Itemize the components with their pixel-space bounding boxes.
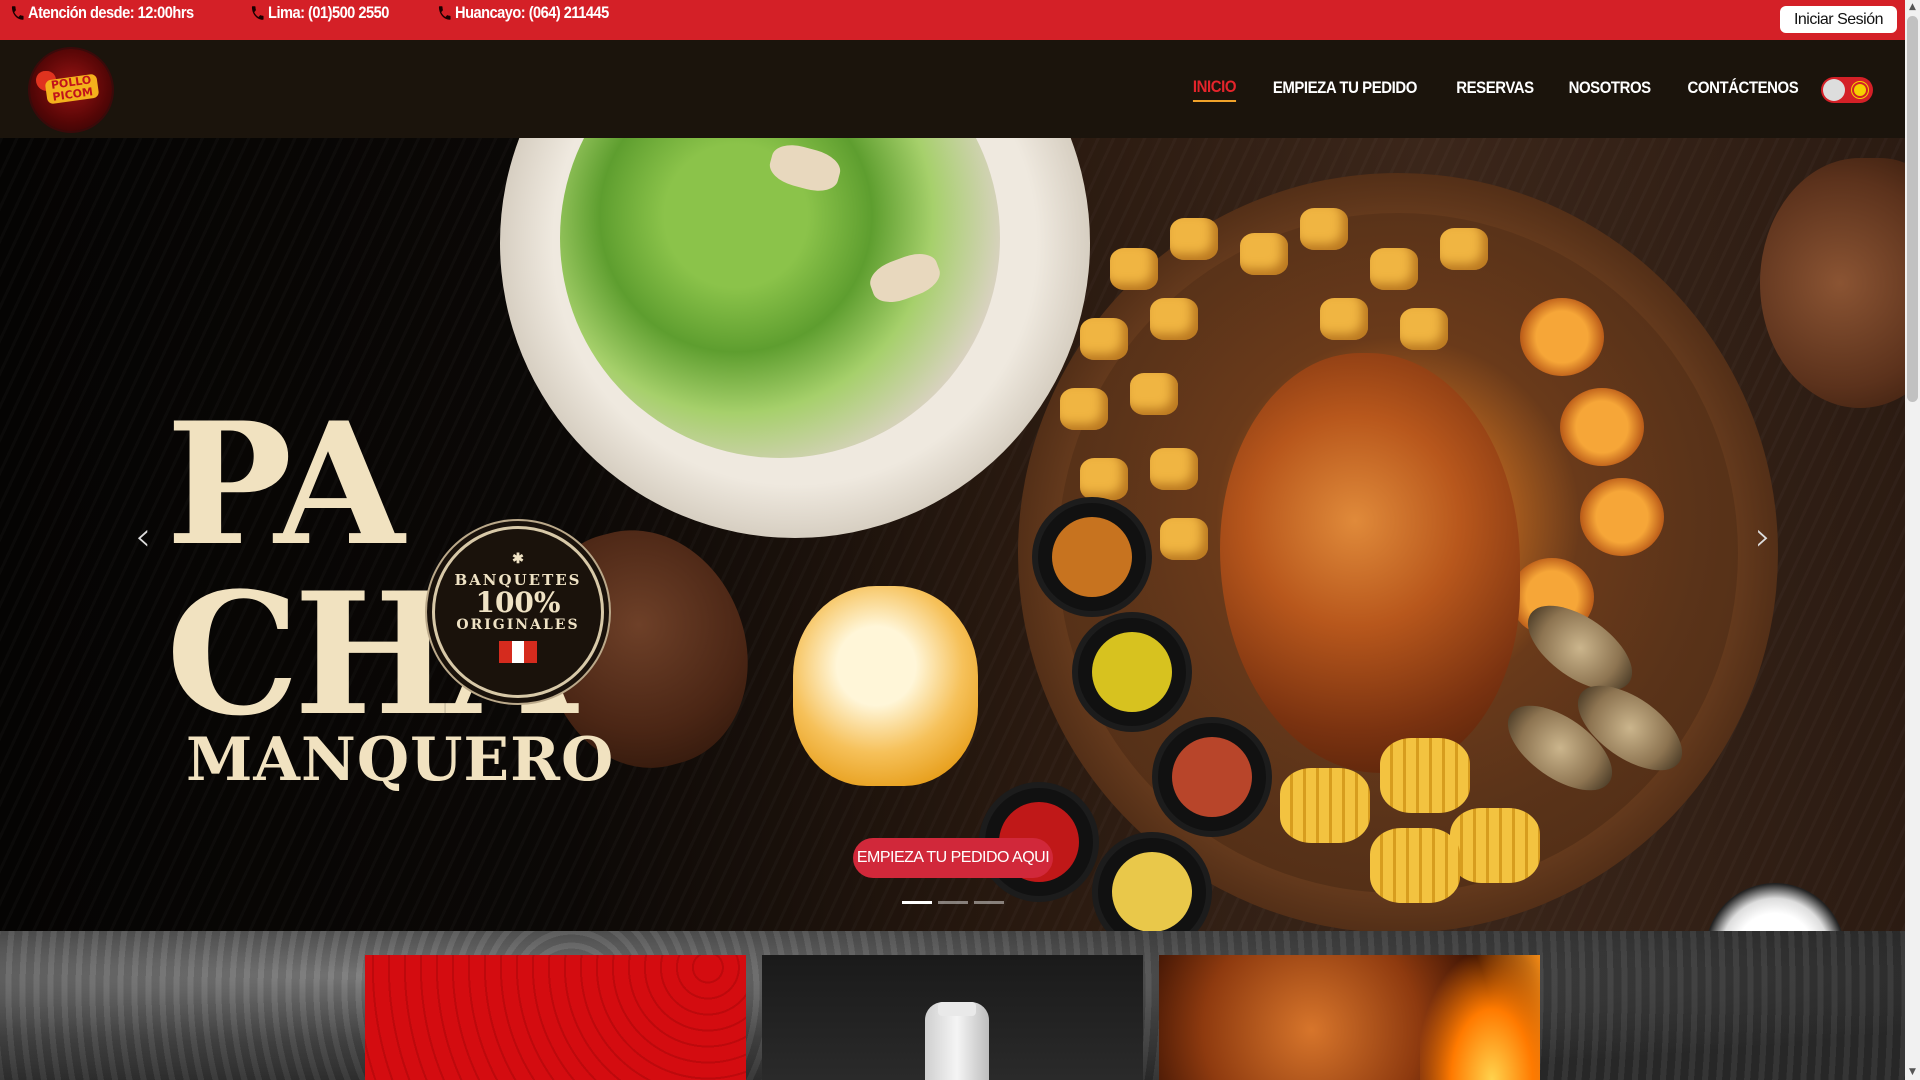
sweet-potato [1560,388,1644,466]
sauce-bowl [1038,503,1146,611]
potato [1080,318,1128,360]
scroll-down-icon[interactable]: ▼ [1905,1065,1920,1080]
seal-text-2: 100% [475,586,561,619]
potato [1150,448,1198,490]
sweet-potato [1520,298,1604,376]
promo-card-drinks[interactable] [762,955,1143,1080]
logo-wordmark: POLLO PICOM [44,73,100,105]
carousel-indicator-1[interactable] [902,901,932,904]
nav-item-inicio[interactable]: INICIO [1193,77,1237,102]
toggle-knob [1823,79,1845,101]
huancayo-phone-text[interactable]: Huancayo: (064) 211445 [455,3,609,23]
potato [1080,458,1128,500]
potato [1400,308,1448,350]
potato [1320,298,1368,340]
sweet-potato [1580,478,1664,556]
originals-seal: ✱ BANQUETES 100% ORIGINALES [432,526,604,698]
seal-star-icon: ✱ [512,551,524,567]
lima-phone-text[interactable]: Lima: (01)500 2550 [268,3,389,23]
corn [1370,828,1460,903]
sauce-bowl [1078,618,1186,726]
potato [1150,298,1198,340]
carousel-prev-icon[interactable]: ‹ [128,517,158,557]
seal-text-3: ORIGINALES [456,617,580,633]
nav-menu: INICIO EMPIEZA TU PEDIDO RESERVAS NOSOTR… [1166,40,1806,138]
main-navbar: POLLO PICOM INICIO EMPIEZA TU PEDIDO RES… [0,40,1905,138]
corn [1380,738,1470,813]
nav-item-contactenos[interactable]: CONTÁCTENOS [1688,78,1799,101]
nav-item-reservas[interactable]: RESERVAS [1456,78,1534,101]
corn [1450,808,1540,883]
scrollbar-thumb[interactable] [1907,16,1918,402]
carousel-indicator-3[interactable] [974,901,1004,904]
corn [1280,768,1370,843]
potato [1300,208,1348,250]
brand-logo[interactable]: POLLO PICOM [30,49,112,131]
top-info-bar: Atención desde: 12:00hrs Lima: (01)500 2… [0,0,1905,40]
phone-icon [11,6,24,20]
bottle-cap [938,1002,976,1016]
carousel-next-icon[interactable]: › [1748,517,1778,557]
wave-pattern [365,955,746,1080]
hero-carousel: PA CHA MANQUERO ✱ BANQUETES 100% ORIGINA… [0,138,1905,931]
phone-icon [438,6,451,20]
login-button[interactable]: Iniciar Sesión [1779,6,1897,33]
carousel-indicator-2[interactable] [938,901,968,904]
potato [1440,228,1488,270]
sauce-bowl [1158,723,1266,831]
nav-item-empieza-tu-pedido[interactable]: EMPIEZA TU PEDIDO [1273,78,1418,101]
lima-phone[interactable]: Lima: (01)500 2550 [250,3,389,23]
page-scrollbar[interactable]: ▲ ▼ [1905,0,1920,1080]
order-cta-button[interactable]: EMPIEZA TU PEDIDO AQUI [853,838,1053,878]
potato [1240,233,1288,275]
flame-image [1420,955,1540,1080]
carousel-indicators [902,901,1004,904]
potato [1160,518,1208,560]
hero-title-line3: MANQUERO [186,725,615,795]
hours-text: Atención desde: 12:00hrs [28,3,194,22]
potato [1130,373,1178,415]
phone-icon [251,6,264,20]
potato [1060,388,1108,430]
promo-card-chicken[interactable] [1159,955,1540,1080]
promo-card-red[interactable] [365,955,746,1080]
huancayo-phone[interactable]: Huancayo: (064) 211445 [437,3,609,23]
potato [1110,248,1158,290]
hours-info: Atención desde: 12:00hrs [10,3,194,23]
sun-icon [1854,84,1866,96]
potato [1170,218,1218,260]
contact-info: Atención desde: 12:00hrs Lima: (01)500 2… [0,0,663,26]
scroll-up-icon[interactable]: ▲ [1905,0,1920,15]
peru-flag-icon [499,641,538,663]
juice-glass-image [793,586,978,786]
theme-toggle[interactable] [1821,77,1873,103]
nav-item-nosotros[interactable]: NOSOTROS [1569,78,1652,101]
potato [1370,248,1418,290]
